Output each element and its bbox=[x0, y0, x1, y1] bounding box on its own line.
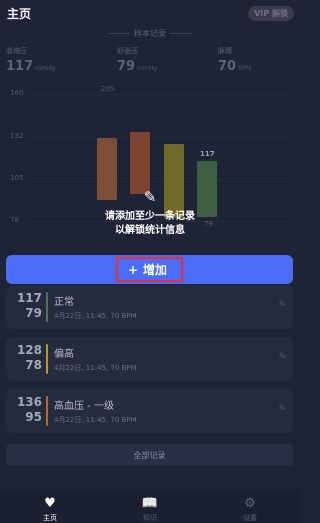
book-icon: 📖 bbox=[141, 496, 159, 511]
record-systolic: 128 bbox=[16, 343, 42, 357]
nav-item-knowledge[interactable]: 📖 知识 bbox=[110, 490, 190, 523]
metric-label: 收缩压 bbox=[6, 47, 27, 55]
sample-record-label: 样本记录 bbox=[134, 29, 166, 38]
chart-top-label: 205 bbox=[101, 85, 115, 93]
record-status: 正常 bbox=[54, 297, 74, 308]
record-card[interactable]: 136 95 高血压 - 一级 4月22日, 11:45, 70 BPM ✎ bbox=[6, 389, 293, 433]
metric-value: 117 mmHg bbox=[6, 59, 56, 74]
nav-item-settings[interactable]: ⚙ 设置 bbox=[210, 490, 290, 523]
record-meta: 4月22日, 11:45, 70 BPM bbox=[54, 312, 137, 320]
unlock-stats-message: ✎ 请添加至少一条记录 以解锁统计信息 bbox=[0, 188, 300, 238]
edit-icon[interactable]: ✎ bbox=[278, 352, 286, 362]
gridline bbox=[30, 179, 290, 180]
nav-item-home[interactable]: ♥ 主页 bbox=[10, 490, 90, 523]
bottom-nav: ♥ 主页 📖 知识 ⚙ 设置 bbox=[0, 490, 300, 523]
record-values: 117 79 bbox=[16, 291, 42, 321]
record-status: 偏高 bbox=[54, 349, 74, 360]
chart-bar bbox=[130, 132, 150, 194]
divider bbox=[170, 33, 192, 34]
metric-pulse: 脉搏 70 BPM bbox=[218, 46, 251, 74]
y-tick-label: 160 bbox=[10, 89, 24, 97]
divider bbox=[108, 33, 130, 34]
add-button-highlight: + 增加 bbox=[115, 257, 184, 282]
record-values: 128 78 bbox=[16, 343, 42, 373]
y-tick-label: 105 bbox=[10, 174, 24, 182]
edit-icon[interactable]: ✎ bbox=[278, 300, 286, 310]
record-values: 136 95 bbox=[16, 395, 42, 425]
record-card[interactable]: 128 78 偏高 4月22日, 11:45, 70 BPM ✎ bbox=[6, 337, 293, 381]
status-indicator bbox=[46, 344, 48, 374]
metric-value: 70 BPM bbox=[218, 59, 252, 74]
metric-unit: BPM bbox=[238, 65, 252, 72]
metric-unit: mmHg bbox=[35, 65, 56, 72]
gridline bbox=[30, 94, 290, 95]
unlock-message-line2: 以解锁统计信息 bbox=[115, 225, 185, 236]
unlock-message-line1: 请添加至少一条记录 bbox=[105, 211, 195, 222]
vip-unlock-badge[interactable]: VIP 解锁 bbox=[248, 5, 294, 21]
record-diastolic: 78 bbox=[25, 358, 42, 372]
metric-label: 舒张压 bbox=[117, 47, 138, 55]
record-diastolic: 79 bbox=[25, 306, 42, 320]
status-indicator bbox=[46, 396, 48, 426]
add-record-button[interactable]: + 增加 bbox=[6, 255, 293, 284]
add-button-label: 增加 bbox=[143, 263, 168, 277]
nav-label: 主页 bbox=[43, 514, 57, 522]
metric-unit: mmHg bbox=[137, 65, 158, 72]
bar-high-label: 117 bbox=[200, 150, 215, 158]
gear-icon: ⚙ bbox=[244, 496, 256, 511]
record-systolic: 117 bbox=[16, 291, 42, 305]
plus-icon: + bbox=[127, 262, 139, 277]
record-meta: 4月22日, 11:45, 70 BPM bbox=[54, 416, 137, 424]
nav-label: 知识 bbox=[143, 514, 157, 522]
record-meta: 4月22日, 11:45, 70 BPM bbox=[54, 364, 137, 372]
sample-record-row: 样本记录 bbox=[0, 28, 300, 39]
top-bar: 主页 VIP 解锁 bbox=[0, 0, 300, 26]
record-status: 高血压 - 一级 bbox=[54, 401, 114, 412]
y-tick-label: 132 bbox=[10, 132, 24, 140]
pencil-icon: ✎ bbox=[143, 188, 157, 206]
all-records-button[interactable]: 全部记录 bbox=[6, 444, 293, 466]
metric-label: 脉搏 bbox=[218, 47, 232, 55]
record-diastolic: 95 bbox=[25, 410, 42, 424]
record-systolic: 136 bbox=[16, 395, 42, 409]
record-card[interactable]: 117 79 正常 4月22日, 11:45, 70 BPM ✎ bbox=[6, 285, 293, 329]
metrics-row: 收缩压 117 mmHg 舒张压 79 mmHg 脉搏 70 BPM bbox=[0, 46, 300, 80]
page-title: 主页 bbox=[7, 6, 32, 21]
gridline bbox=[30, 137, 290, 138]
metric-value: 79 mmHg bbox=[117, 59, 158, 74]
metric-systolic: 收缩压 117 mmHg bbox=[6, 46, 55, 74]
heart-icon: ♥ bbox=[44, 496, 56, 511]
edit-icon[interactable]: ✎ bbox=[278, 404, 286, 414]
nav-label: 设置 bbox=[243, 514, 257, 522]
status-indicator bbox=[46, 292, 48, 322]
metric-diastolic: 舒张压 79 mmHg bbox=[117, 46, 157, 74]
